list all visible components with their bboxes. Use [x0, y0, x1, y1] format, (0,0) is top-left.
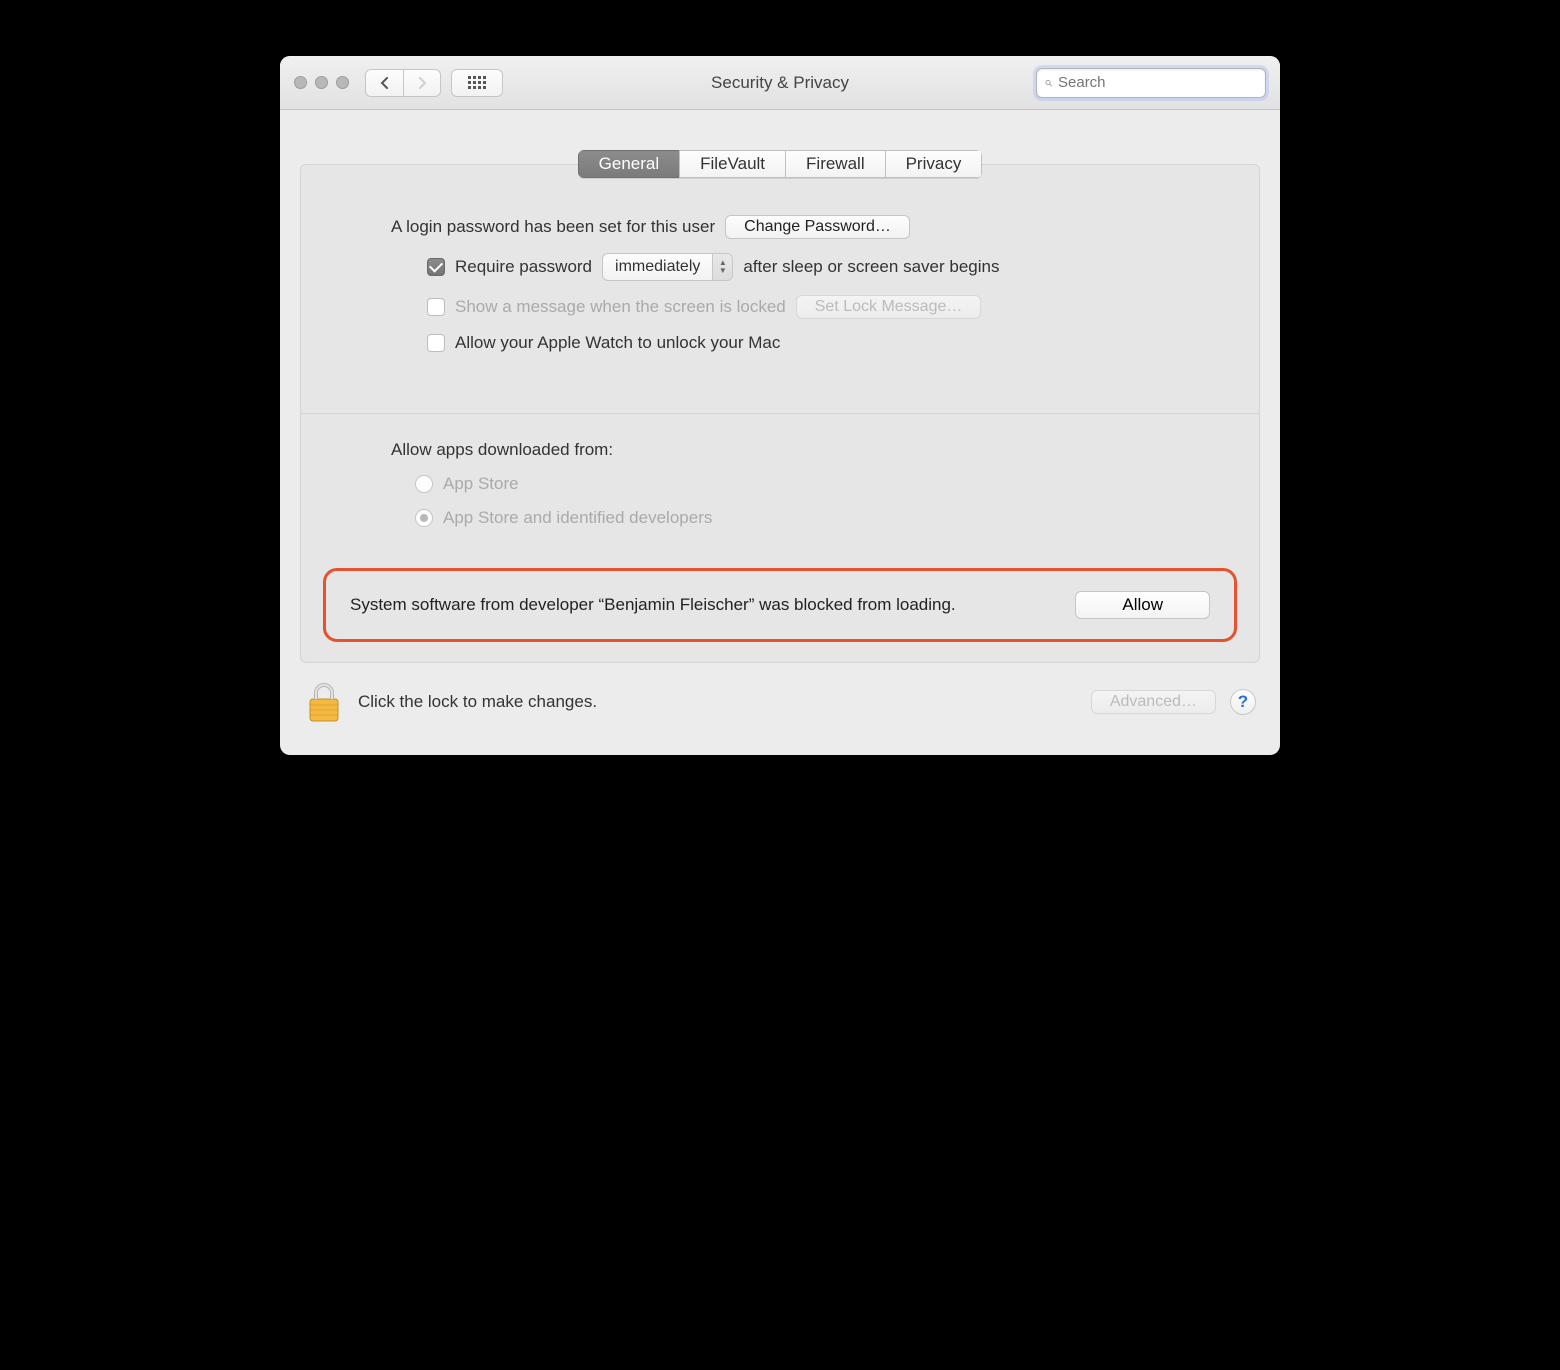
tab-filevault[interactable]: FileVault	[679, 150, 785, 178]
chevron-left-icon	[380, 77, 390, 89]
show-lock-message-label: Show a message when the screen is locked	[455, 297, 786, 317]
login-password-label: A login password has been set for this u…	[391, 217, 715, 237]
show-all-button[interactable]	[451, 69, 503, 97]
require-password-delay-value: immediately	[603, 258, 712, 276]
preferences-window: Security & Privacy General FileVault Fir…	[280, 56, 1280, 755]
zoom-window-icon[interactable]	[336, 76, 349, 89]
require-password-delay-select[interactable]: immediately ▲▼	[602, 253, 733, 281]
change-password-button[interactable]: Change Password…	[725, 215, 910, 239]
window-title: Security & Privacy	[711, 73, 849, 93]
blocked-software-callout: System software from developer “Benjamin…	[323, 568, 1237, 642]
search-input[interactable]	[1058, 74, 1257, 91]
tab-general[interactable]: General	[578, 150, 679, 178]
lock-hint-text: Click the lock to make changes.	[358, 692, 597, 712]
apps-identified-radio	[415, 509, 433, 527]
general-panel: A login password has been set for this u…	[300, 164, 1260, 663]
apple-watch-unlock-label: Allow your Apple Watch to unlock your Ma…	[455, 333, 780, 353]
allow-button[interactable]: Allow	[1075, 591, 1210, 619]
require-password-suffix: after sleep or screen saver begins	[743, 257, 999, 277]
traffic-lights	[294, 76, 349, 89]
search-icon	[1045, 76, 1052, 90]
select-stepper-icon: ▲▼	[712, 254, 732, 280]
tab-bar: General FileVault Firewall Privacy	[280, 150, 1280, 178]
chevron-right-icon	[417, 77, 427, 89]
require-password-prefix: Require password	[455, 257, 592, 277]
back-button[interactable]	[365, 69, 403, 97]
advanced-button: Advanced…	[1091, 690, 1216, 714]
apple-watch-unlock-checkbox[interactable]	[427, 334, 445, 352]
divider	[301, 413, 1259, 414]
minimize-window-icon[interactable]	[315, 76, 328, 89]
forward-button[interactable]	[403, 69, 441, 97]
titlebar: Security & Privacy	[280, 56, 1280, 110]
tab-firewall[interactable]: Firewall	[785, 150, 885, 178]
help-button[interactable]: ?	[1230, 689, 1256, 715]
close-window-icon[interactable]	[294, 76, 307, 89]
show-lock-message-checkbox[interactable]	[427, 298, 445, 316]
blocked-software-text: System software from developer “Benjamin…	[350, 593, 1045, 618]
allow-apps-label: Allow apps downloaded from:	[391, 440, 1219, 460]
nav-buttons	[365, 69, 441, 97]
lock-icon[interactable]	[304, 681, 344, 723]
content: General FileVault Firewall Privacy A log…	[280, 150, 1280, 755]
apps-identified-label: App Store and identified developers	[443, 508, 712, 528]
require-password-checkbox[interactable]	[427, 258, 445, 276]
apps-appstore-radio	[415, 475, 433, 493]
set-lock-message-button: Set Lock Message…	[796, 295, 982, 319]
apps-appstore-label: App Store	[443, 474, 519, 494]
search-field[interactable]	[1036, 68, 1266, 98]
tab-privacy[interactable]: Privacy	[885, 150, 983, 178]
footer: Click the lock to make changes. Advanced…	[280, 663, 1280, 745]
grid-icon	[468, 76, 486, 89]
